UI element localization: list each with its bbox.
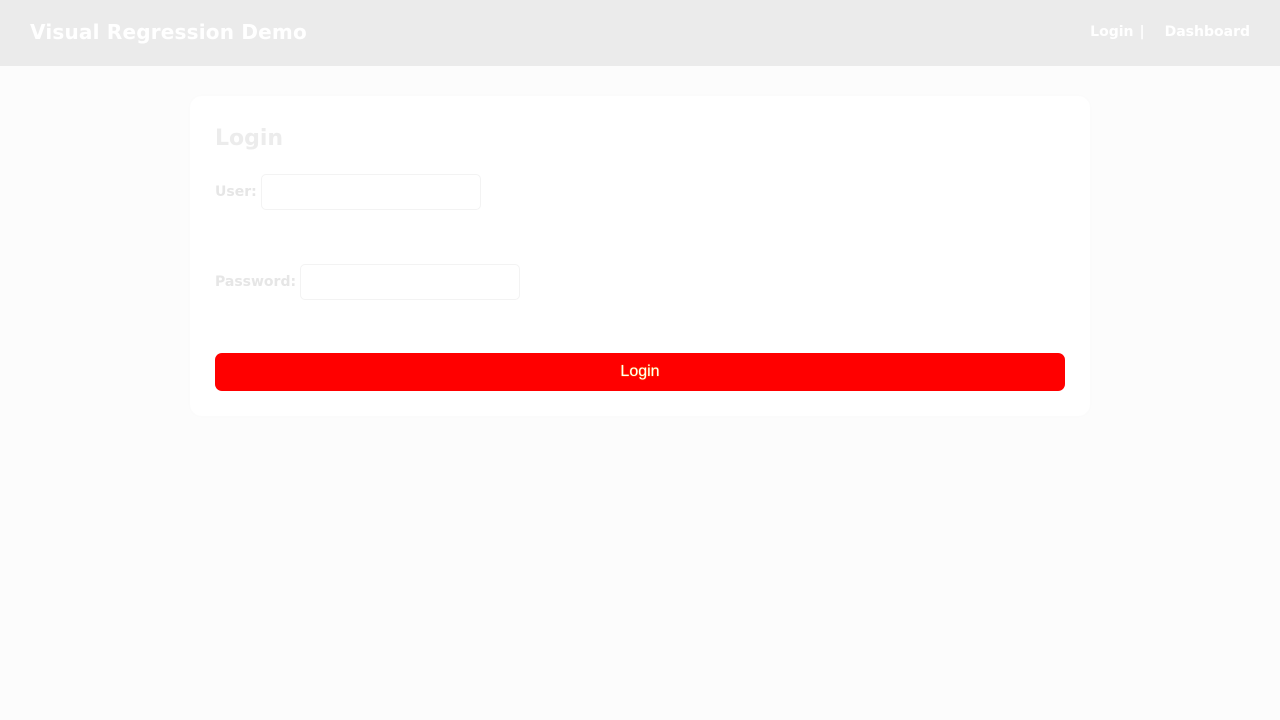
top-nav: Login | Dashboard xyxy=(1090,24,1250,40)
top-header: Visual Regression Demo Login | Dashboard xyxy=(0,0,1280,66)
user-label: User: xyxy=(215,184,257,200)
nav-separator: | xyxy=(1139,24,1145,40)
user-row: User: xyxy=(215,174,481,210)
login-heading: Login xyxy=(215,126,284,151)
login-button[interactable]: Login xyxy=(215,353,1065,391)
app-title: Visual Regression Demo xyxy=(30,20,307,44)
password-input[interactable] xyxy=(300,264,521,300)
user-input[interactable] xyxy=(260,174,481,210)
nav-login-link[interactable]: Login xyxy=(1090,24,1133,40)
login-card: Login User: Password: Login xyxy=(190,96,1090,416)
password-label: Password: xyxy=(215,274,297,290)
password-row: Password: xyxy=(215,264,521,300)
nav-dashboard-link[interactable]: Dashboard xyxy=(1165,24,1250,40)
